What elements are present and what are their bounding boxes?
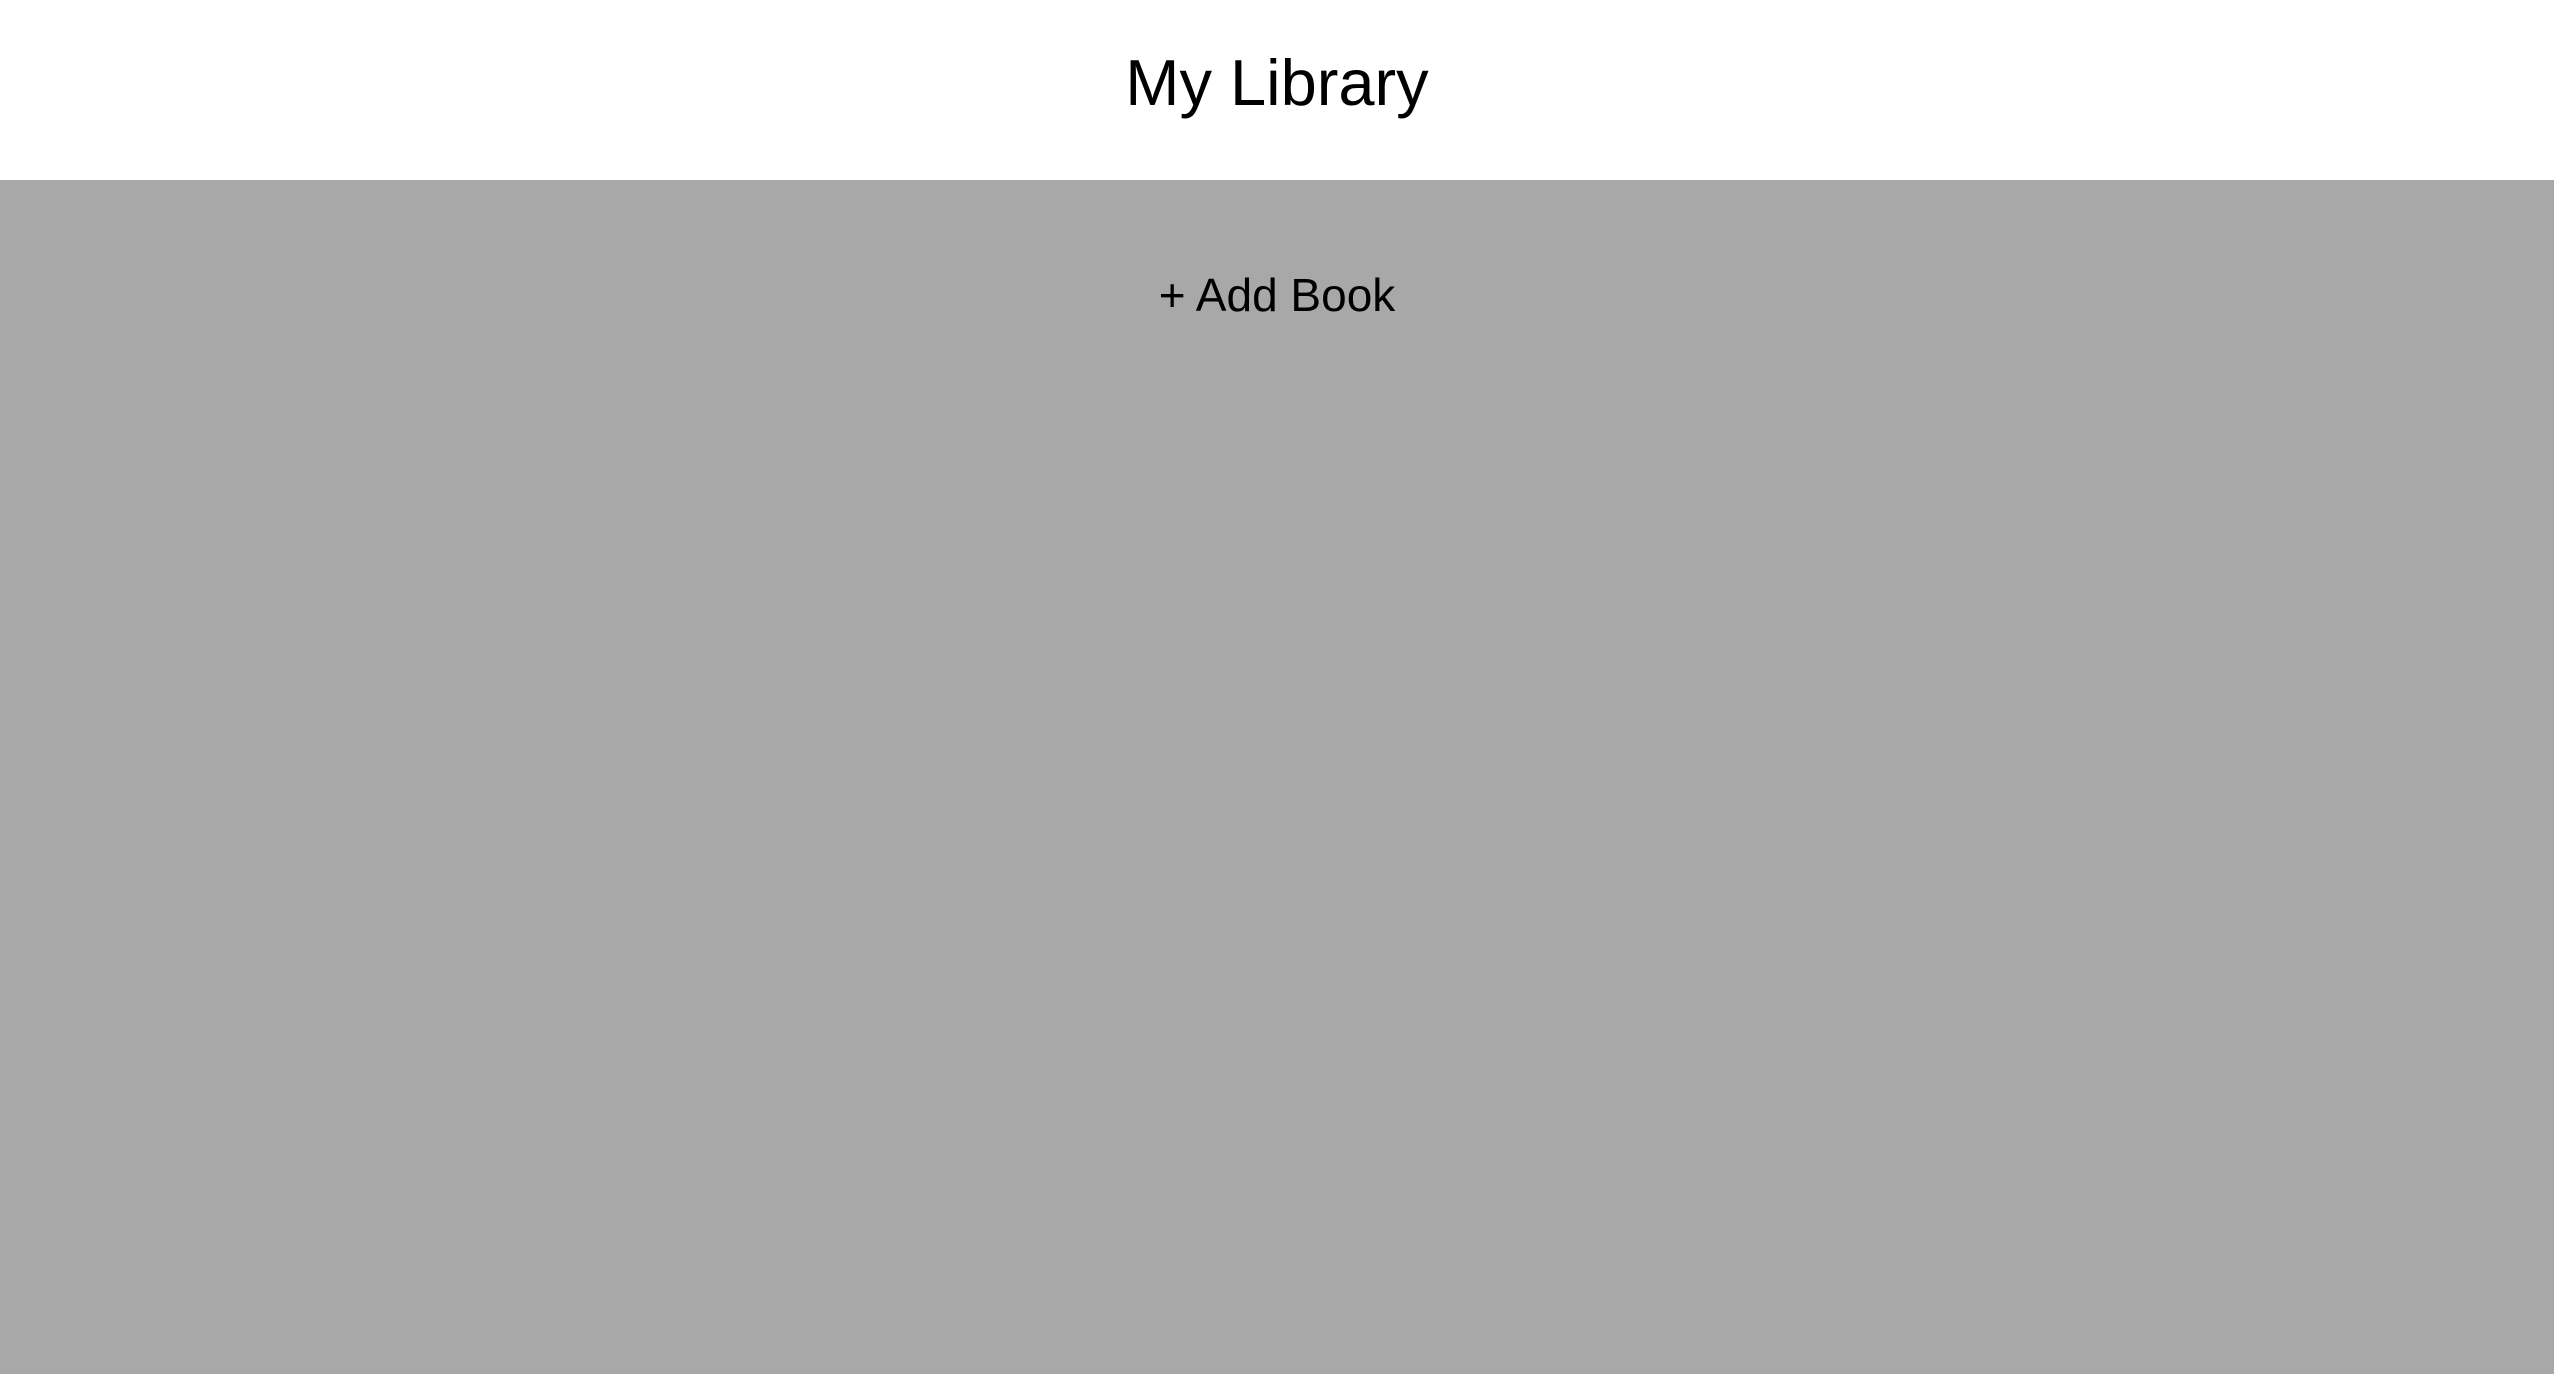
page-title: My Library xyxy=(1125,46,1429,119)
add-book-button[interactable]: + Add Book xyxy=(0,265,2554,325)
header: My Library xyxy=(0,0,2554,180)
library-content: + Add Book xyxy=(0,180,2554,1374)
